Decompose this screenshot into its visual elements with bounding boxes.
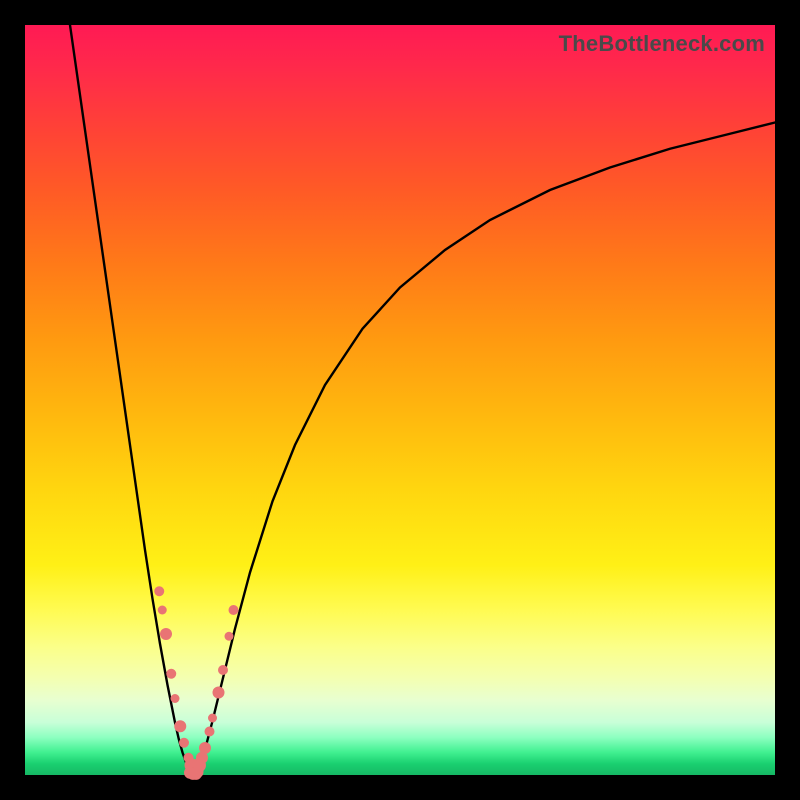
curve-svg <box>25 25 775 775</box>
marker-dot <box>225 632 234 641</box>
marker-dot <box>158 606 167 615</box>
marker-dot <box>179 738 189 748</box>
chart-frame: TheBottleneck.com <box>0 0 800 800</box>
marker-dot <box>229 605 239 615</box>
marker-dot <box>160 628 172 640</box>
curve-left <box>70 25 194 774</box>
marker-dot <box>213 687 225 699</box>
marker-dot <box>208 714 217 723</box>
marker-dot <box>192 766 204 778</box>
marker-dot <box>205 727 215 737</box>
curve-right <box>194 123 775 775</box>
marker-dot <box>199 742 211 754</box>
marker-dot <box>171 694 180 703</box>
marker-dot <box>154 586 164 596</box>
plot-area: TheBottleneck.com <box>25 25 775 775</box>
marker-dot <box>174 720 186 732</box>
marker-dot <box>166 669 176 679</box>
marker-dot <box>218 665 228 675</box>
